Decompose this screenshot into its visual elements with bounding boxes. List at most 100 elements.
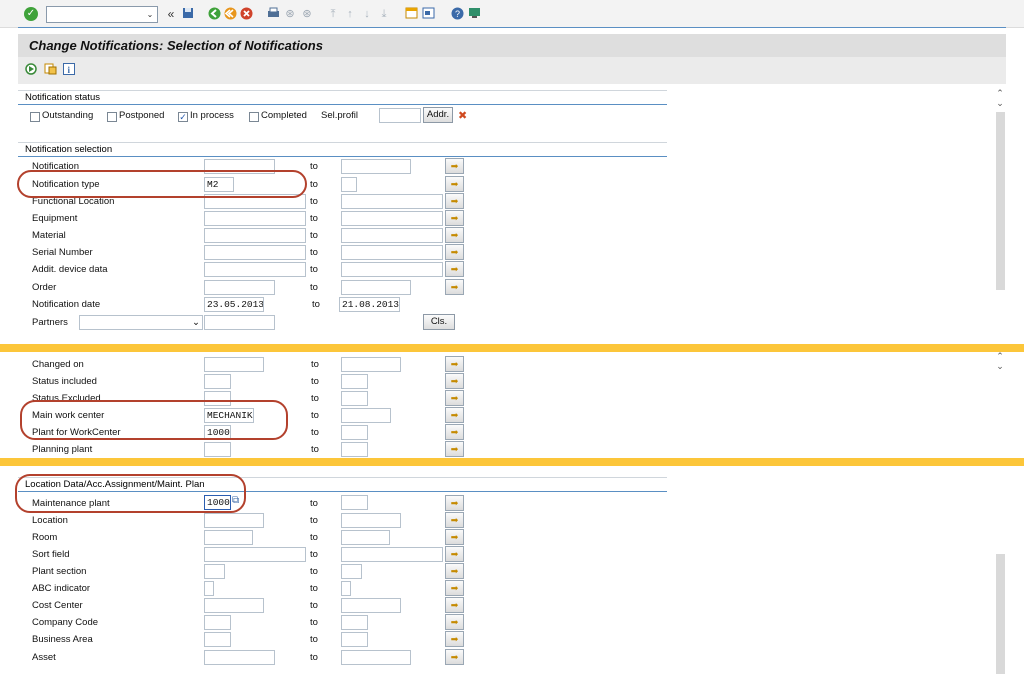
multiple-selection-button[interactable]: ➡ bbox=[445, 407, 464, 423]
main-work-center-from-input[interactable]: MECHANIK bbox=[204, 408, 254, 423]
exit-icon[interactable] bbox=[223, 7, 237, 21]
multiple-selection-button[interactable]: ➡ bbox=[445, 546, 464, 562]
business-area-to-input[interactable] bbox=[341, 632, 368, 647]
plant-section-from-input[interactable] bbox=[204, 564, 225, 579]
postponed-checkbox[interactable] bbox=[107, 112, 117, 122]
location-to-input[interactable] bbox=[341, 513, 401, 528]
multiple-selection-button[interactable]: ➡ bbox=[445, 244, 464, 260]
status-excluded-from-input[interactable] bbox=[204, 391, 231, 406]
multiple-selection-button[interactable]: ➡ bbox=[445, 441, 464, 457]
first-page-icon[interactable]: ⤒ bbox=[326, 7, 340, 21]
scroll-down-arrow[interactable]: ⌄ bbox=[995, 98, 1005, 109]
room-to-input[interactable] bbox=[341, 530, 390, 545]
business-area-from-input[interactable] bbox=[204, 632, 231, 647]
command-field[interactable]: ⌄ bbox=[46, 6, 158, 23]
f4-help-icon[interactable]: ⧉ bbox=[232, 495, 239, 506]
room-from-input[interactable] bbox=[204, 530, 253, 545]
multiple-selection-button[interactable]: ➡ bbox=[445, 512, 464, 528]
help-icon[interactable]: ? bbox=[450, 7, 464, 21]
multiple-selection-button[interactable]: ➡ bbox=[445, 614, 464, 630]
status-excluded-to-input[interactable] bbox=[341, 391, 368, 406]
functional-location-from-input[interactable] bbox=[204, 194, 306, 209]
status-included-from-input[interactable] bbox=[204, 374, 231, 389]
notification-to-input[interactable] bbox=[341, 159, 411, 174]
scroll-down-arrow[interactable]: ⌄ bbox=[995, 361, 1005, 372]
material-to-input[interactable] bbox=[341, 228, 443, 243]
partners-input[interactable] bbox=[204, 315, 275, 330]
multiple-selection-button[interactable]: ➡ bbox=[445, 158, 464, 174]
multiple-selection-button[interactable]: ➡ bbox=[445, 210, 464, 226]
back-history-icon[interactable]: « bbox=[164, 7, 178, 21]
changed-on-from-input[interactable] bbox=[204, 357, 264, 372]
notification-type-from-input[interactable]: M2 bbox=[204, 177, 234, 192]
execute-icon[interactable] bbox=[24, 63, 38, 77]
multiple-selection-button[interactable]: ➡ bbox=[445, 373, 464, 389]
planning-plant-to-input[interactable] bbox=[341, 442, 368, 457]
multiple-selection-button[interactable]: ➡ bbox=[445, 563, 464, 579]
outstanding-checkbox[interactable] bbox=[30, 112, 40, 122]
addit-device-data-to-input[interactable] bbox=[341, 262, 443, 277]
vertical-scrollbar[interactable] bbox=[996, 554, 1005, 674]
back-icon[interactable] bbox=[207, 7, 221, 21]
multiple-selection-button[interactable]: ➡ bbox=[445, 227, 464, 243]
notification-type-to-input[interactable] bbox=[341, 177, 357, 192]
find-icon[interactable]: ⊛ bbox=[283, 7, 297, 21]
status-included-to-input[interactable] bbox=[341, 374, 368, 389]
asset-from-input[interactable] bbox=[204, 650, 275, 665]
multiple-selection-button[interactable]: ➡ bbox=[445, 424, 464, 440]
serial-number-from-input[interactable] bbox=[204, 245, 306, 260]
completed-checkbox[interactable] bbox=[249, 112, 259, 122]
chevron-down-icon[interactable]: ⌄ bbox=[192, 316, 200, 329]
sort-field-from-input[interactable] bbox=[204, 547, 306, 562]
maintenance-plant-from-input[interactable]: 1000 bbox=[204, 495, 231, 510]
changed-on-to-input[interactable] bbox=[341, 357, 401, 372]
cancel-icon[interactable] bbox=[239, 7, 253, 21]
multiple-selection-button[interactable]: ➡ bbox=[445, 261, 464, 277]
cost-center-from-input[interactable] bbox=[204, 598, 264, 613]
save-icon[interactable] bbox=[181, 7, 195, 21]
notification-date-to-input[interactable]: 21.08.2013 bbox=[339, 297, 400, 312]
plant-for-workcenter-from-input[interactable]: 1000 bbox=[204, 425, 231, 440]
cost-center-to-input[interactable] bbox=[341, 598, 401, 613]
order-to-input[interactable] bbox=[341, 280, 411, 295]
planning-plant-from-input[interactable] bbox=[204, 442, 231, 457]
equipment-from-input[interactable] bbox=[204, 211, 306, 226]
chevron-down-icon[interactable]: ⌄ bbox=[144, 8, 156, 21]
company-code-to-input[interactable] bbox=[341, 615, 368, 630]
multiple-selection-button[interactable]: ➡ bbox=[445, 495, 464, 511]
company-code-from-input[interactable] bbox=[204, 615, 231, 630]
cls-button[interactable]: Cls. bbox=[423, 314, 455, 330]
last-page-icon[interactable]: ⤓ bbox=[377, 7, 391, 21]
order-from-input[interactable] bbox=[204, 280, 275, 295]
multiple-selection-button[interactable]: ➡ bbox=[445, 529, 464, 545]
multiple-selection-button[interactable]: ➡ bbox=[445, 356, 464, 372]
maintenance-plant-to-input[interactable] bbox=[341, 495, 368, 510]
program-info-icon[interactable]: i bbox=[62, 63, 76, 77]
multiple-selection-button[interactable]: ➡ bbox=[445, 649, 464, 665]
get-variant-icon[interactable] bbox=[43, 63, 57, 77]
abc-indicator-from-input[interactable] bbox=[204, 581, 214, 596]
sel-profil-input[interactable] bbox=[379, 108, 421, 123]
material-from-input[interactable] bbox=[204, 228, 306, 243]
multiple-selection-button[interactable]: ➡ bbox=[445, 193, 464, 209]
serial-number-to-input[interactable] bbox=[341, 245, 443, 260]
addit-device-data-from-input[interactable] bbox=[204, 262, 306, 277]
addr-button[interactable]: Addr. bbox=[423, 107, 453, 123]
in-process-checkbox[interactable]: ✓ bbox=[178, 112, 188, 122]
find-next-icon[interactable]: ⊛ bbox=[300, 7, 314, 21]
notification-from-input[interactable] bbox=[204, 159, 275, 174]
multiple-selection-button[interactable]: ➡ bbox=[445, 176, 464, 192]
vertical-scrollbar[interactable] bbox=[996, 112, 1005, 290]
sort-field-to-input[interactable] bbox=[341, 547, 443, 562]
plant-section-to-input[interactable] bbox=[341, 564, 362, 579]
shortcut-icon[interactable] bbox=[421, 7, 435, 21]
next-page-icon[interactable]: ↓ bbox=[360, 7, 374, 21]
functional-location-to-input[interactable] bbox=[341, 194, 443, 209]
new-session-icon[interactable] bbox=[404, 7, 418, 21]
delete-icon[interactable]: ✖ bbox=[458, 109, 467, 122]
abc-indicator-to-input[interactable] bbox=[341, 581, 351, 596]
location-from-input[interactable] bbox=[204, 513, 264, 528]
notification-date-from-input[interactable]: 23.05.2013 bbox=[204, 297, 264, 312]
plant-for-workcenter-to-input[interactable] bbox=[341, 425, 368, 440]
layout-icon[interactable] bbox=[467, 7, 481, 21]
